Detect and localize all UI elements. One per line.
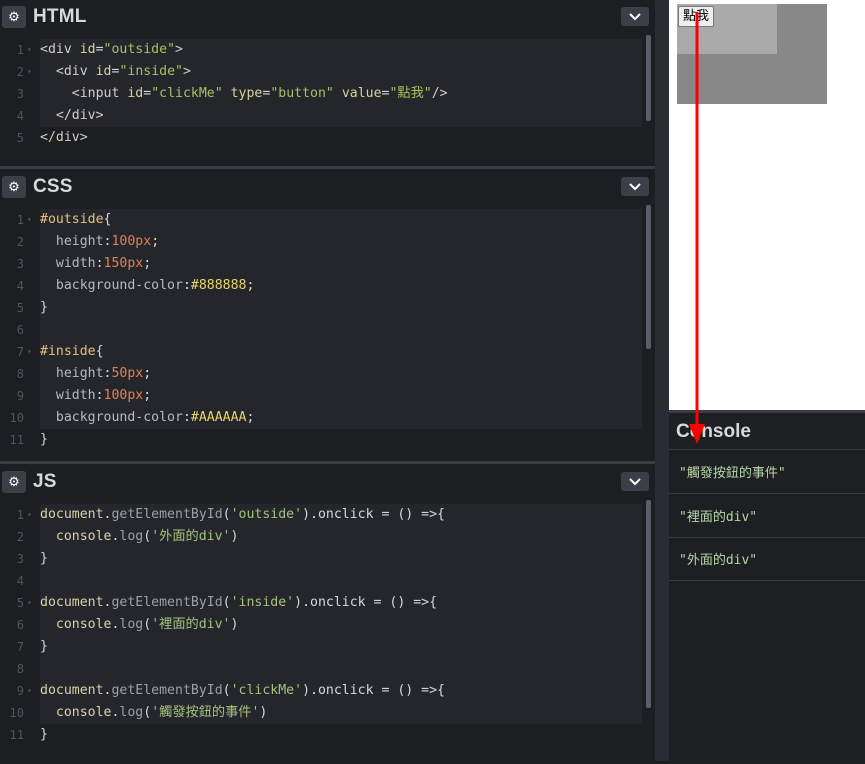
panel-resizer[interactable]	[0, 166, 655, 169]
html-panel-header: ⚙ HTML	[0, 0, 655, 34]
scrollbar[interactable]	[646, 35, 651, 121]
panel-title: CSS	[33, 176, 73, 197]
css-editor[interactable]: 1 ▾ #outside{ 2 height:100px; 3 width:150p…	[0, 209, 655, 451]
html-panel: ⚙ HTML 1 ▾ <div id="outside"> 2 ▾ <div id="…	[0, 0, 655, 166]
column-resizer[interactable]	[655, 0, 669, 761]
html-editor[interactable]: 1 ▾ <div id="outside"> 2 ▾ <div id="inside"…	[0, 39, 655, 149]
result-preview: 點我	[669, 0, 865, 410]
console-message: "外面的div"	[669, 537, 865, 581]
css-panel: ⚙ CSS 1 ▾ #outside{ 2 height:100px; 3 widt…	[0, 170, 655, 461]
outside-div[interactable]: 點我	[677, 4, 827, 104]
click-me-button[interactable]: 點我	[678, 6, 715, 27]
editor-column: ⚙ HTML 1 ▾ <div id="outside"> 2 ▾ <div id="…	[0, 0, 655, 761]
js-panel-header: ⚙ JS	[0, 465, 655, 499]
panel-title: JS	[33, 471, 57, 492]
console-message: "裡面的div"	[669, 494, 865, 538]
js-editor[interactable]: 1 ▾ document.getElementById('outside').onc…	[0, 504, 655, 746]
collapse-button[interactable]	[621, 472, 649, 491]
chevron-down-icon	[629, 12, 641, 20]
collapse-button[interactable]	[621, 177, 649, 196]
panel-title: HTML	[33, 6, 87, 27]
gear-icon[interactable]: ⚙	[2, 176, 26, 198]
gear-icon[interactable]: ⚙	[2, 6, 26, 28]
console-message: "觸發按鈕的事件"	[669, 450, 865, 494]
chevron-down-icon	[629, 182, 641, 190]
console-title: Console	[676, 421, 751, 442]
panel-resizer[interactable]	[0, 461, 655, 464]
inside-div[interactable]: 點我	[677, 4, 777, 54]
collapse-button[interactable]	[621, 7, 649, 26]
scrollbar[interactable]	[646, 205, 651, 349]
scrollbar[interactable]	[646, 500, 651, 708]
js-panel: ⚙ JS 1 ▾ document.getElementById('outside'…	[0, 465, 655, 761]
css-panel-header: ⚙ CSS	[0, 170, 655, 204]
console-panel: Console "觸發按鈕的事件" "裡面的div" "外面的div"	[669, 410, 865, 764]
gear-icon[interactable]: ⚙	[2, 471, 26, 493]
chevron-down-icon	[629, 477, 641, 485]
